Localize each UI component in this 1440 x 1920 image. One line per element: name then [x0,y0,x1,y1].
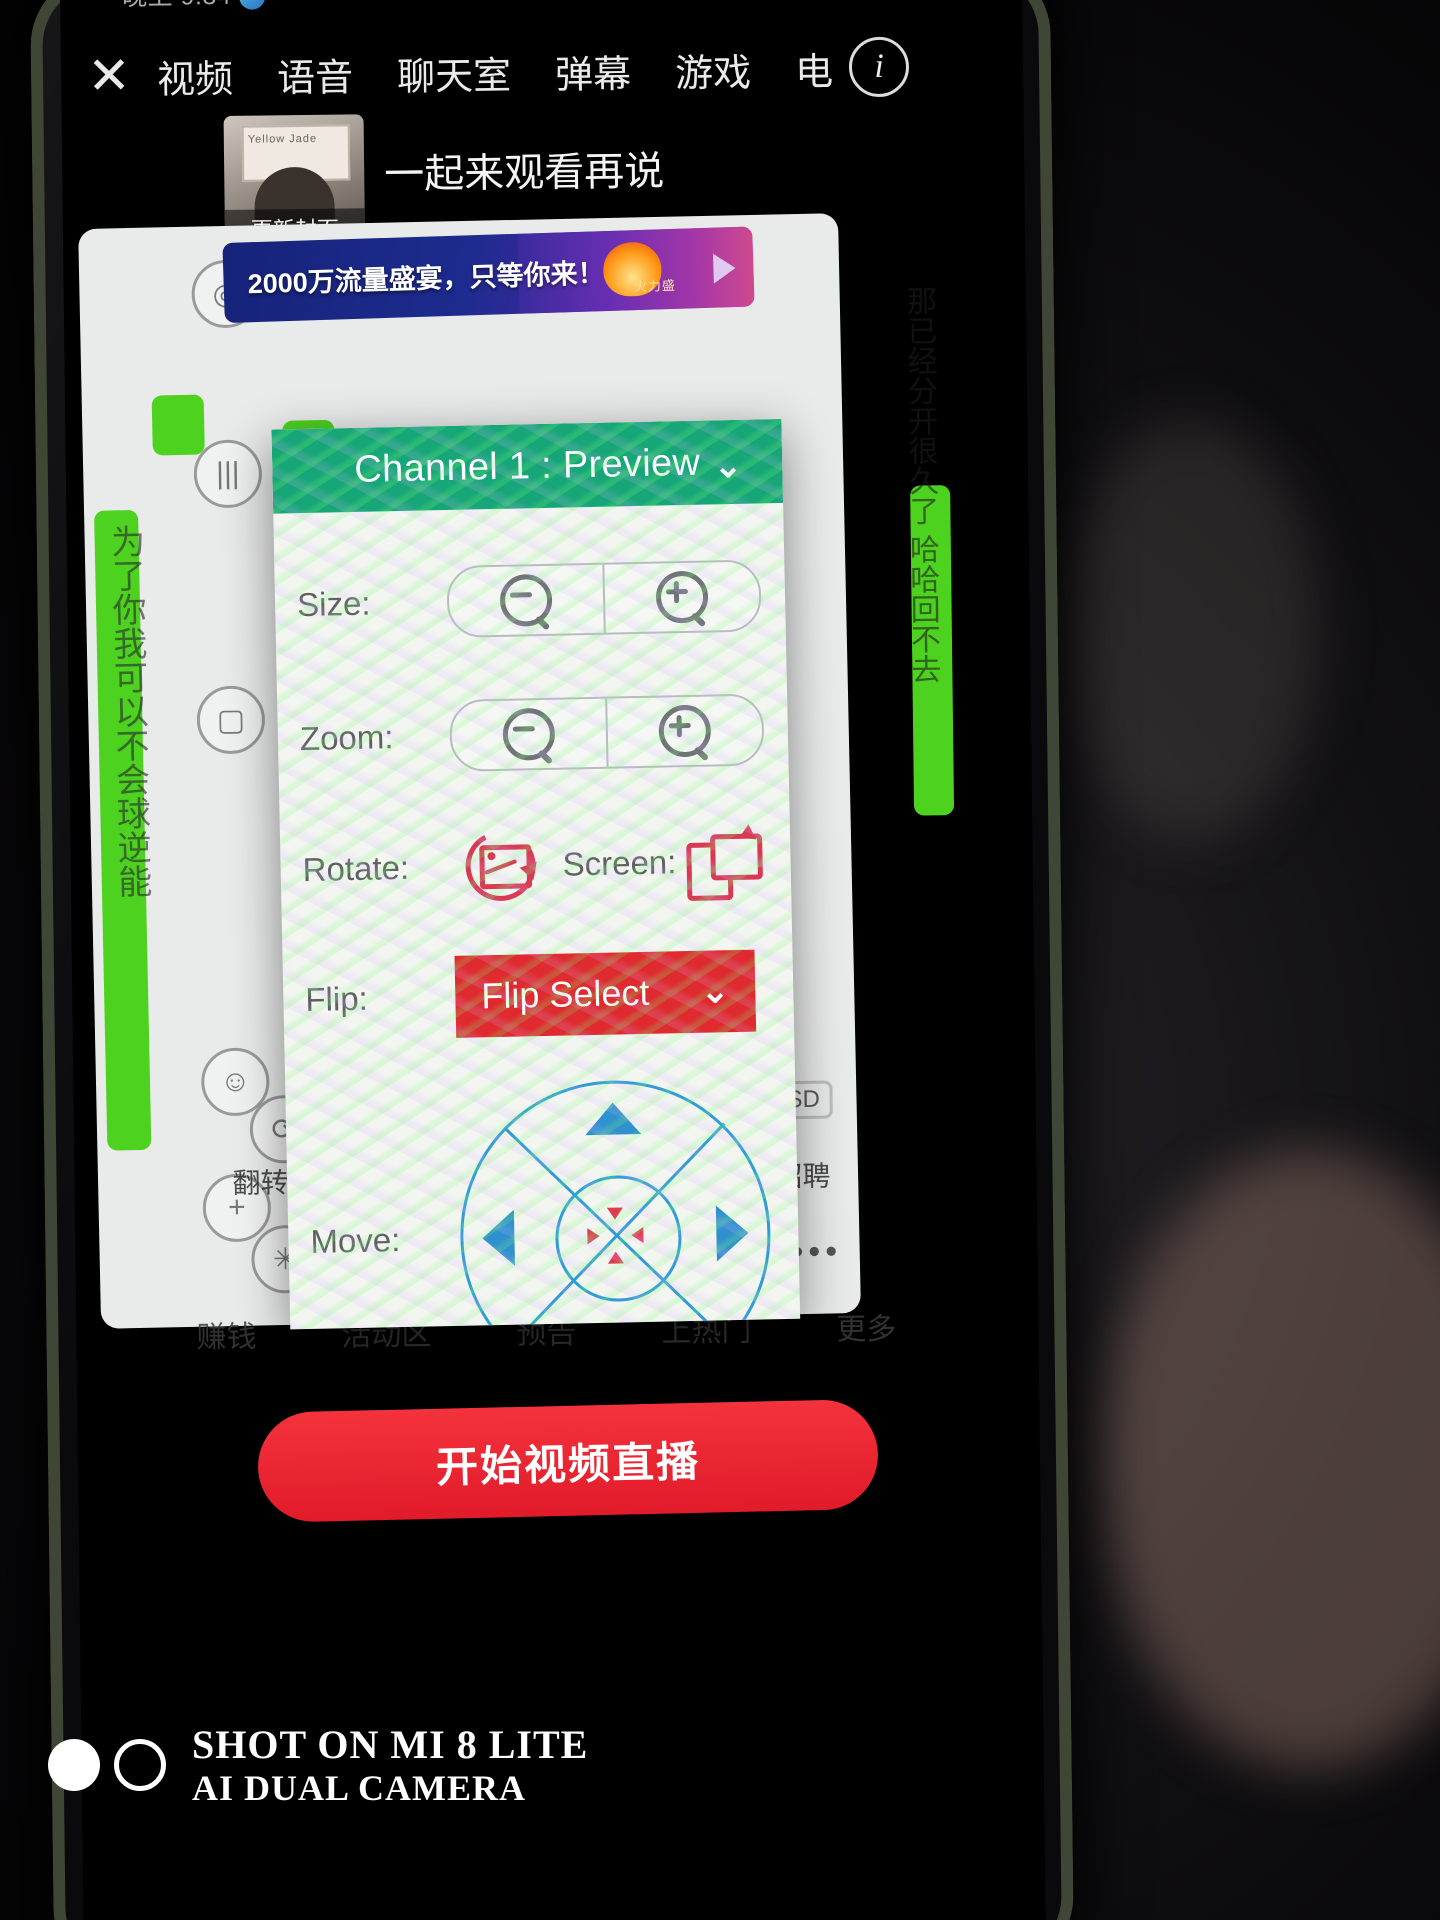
tab-game[interactable]: 游戏 [675,41,752,97]
arrow-left-icon[interactable] [481,1209,516,1267]
channel-control-dialog: Channel 1 : Preview ⌄ Size: Zoom: Rotate… [271,418,801,1330]
tab-more[interactable]: 电 [795,40,834,95]
chevron-down-icon: ⌄ [700,972,730,1011]
move-label: Move: [310,1221,401,1260]
bottom-tab-earn[interactable]: 赚钱 [196,1312,257,1357]
flip-select-label: Flip Select [480,971,650,1017]
watermark-text: SHOT ON MI 8 LITE AI DUAL CAMERA [192,1721,589,1808]
glare-blur [1060,420,1320,840]
location-icon [772,0,802,2]
sim-x-icon [861,0,889,1]
status-icons: 45 [772,0,999,2]
move-dpad [457,1077,774,1330]
ghost-text-3: 那已经分开很久了 哈哈回不去 [901,285,940,684]
status-time-group: 晚上 9:34 [122,0,266,13]
tab-voice[interactable]: 语音 [277,46,354,102]
arrow-up-icon[interactable] [584,1102,642,1136]
zoom-out-icon [499,573,553,631]
tab-video[interactable]: 视频 [157,47,234,103]
status-app-badge-icon [239,0,266,10]
phone-screen: 晚上 9:34 45 [59,0,1047,1920]
app-right-column: 那已经分开很久了 哈哈回不去 [855,214,1019,1336]
move-row: Move: [285,1077,800,1330]
lens-filled-icon [48,1739,100,1792]
flip-camera-label: 翻转 [232,1167,289,1199]
dialog-title: Channel 1 : Preview [353,441,701,491]
watermark-line-1: SHOT ON MI 8 LITE [192,1721,589,1767]
flip-label: Flip: [305,979,369,1019]
zoom-stepper [449,693,765,772]
watermark-line-2: AI DUAL CAMERA [192,1767,527,1808]
screen-label: Screen: [562,843,677,883]
info-icon[interactable]: i [848,36,910,98]
size-label: Size: [296,584,371,624]
zoom-in-icon [655,570,709,628]
zoom-row: Zoom: [277,693,788,776]
cover-mini-text: Yellow Jade [247,132,318,146]
arrow-right-icon[interactable] [715,1204,749,1262]
camera-watermark: SHOT ON MI 8 LITE AI DUAL CAMERA [48,1721,589,1808]
photo-canvas: 晚上 9:34 45 [0,0,1440,1920]
close-icon[interactable]: ✕ [61,47,158,106]
size-stepper [446,559,762,638]
zoom-increase-button[interactable] [605,695,763,767]
start-live-button[interactable]: 开始视频直播 [256,1398,880,1523]
status-bar: 晚上 9:34 45 [60,0,1022,28]
promo-banner[interactable]: 火力盛 2000万流量盛宴，只等你来！ [222,226,755,324]
status-time: 晚上 9:34 [122,0,231,11]
flip-row: Flip: Flip Select ⌄ [283,949,795,1042]
screen-rotate-button[interactable] [684,824,763,902]
rotate-label: Rotate: [302,848,410,889]
zoom-out-icon [502,707,556,765]
rotate-screen-row: Rotate: Screen: [280,822,791,910]
wifi-icon [905,0,939,1]
zoom-decrease-button[interactable] [451,699,606,770]
top-nav: ✕ 视频 语音 聊天室 弹幕 游戏 电 i [61,24,1024,118]
banner-play-icon [712,252,736,284]
banner-art-text: 火力盛 [633,277,677,295]
size-row: Size: [274,559,785,642]
flip-select-button[interactable]: Flip Select ⌄ [454,949,757,1038]
zoom-label: Zoom: [299,718,394,758]
bottom-tab-more[interactable]: 更多 [836,1304,897,1349]
silent-icon [818,0,846,2]
chevron-down-icon[interactable]: ⌄ [713,446,742,487]
lens-outline-icon [114,1739,166,1792]
dialog-header[interactable]: Channel 1 : Preview ⌄ [271,418,784,514]
center-align-icon[interactable] [587,1207,644,1264]
size-increase-button[interactable] [602,561,760,633]
size-decrease-button[interactable] [448,565,603,636]
phone-device: 晚上 9:34 45 [29,0,1075,1920]
rotate-image-icon [457,822,545,910]
tab-danmaku[interactable]: 弹幕 [555,42,632,98]
highlight-bar-1 [151,394,205,456]
stream-title[interactable]: 一起来观看再说 [384,139,665,200]
screen-rotate-icon [684,824,763,902]
rotate-button[interactable] [452,822,550,910]
watermark-lens-icons [48,1739,166,1792]
zoom-in-icon [658,704,712,762]
tab-chatroom[interactable]: 聊天室 [397,44,512,100]
